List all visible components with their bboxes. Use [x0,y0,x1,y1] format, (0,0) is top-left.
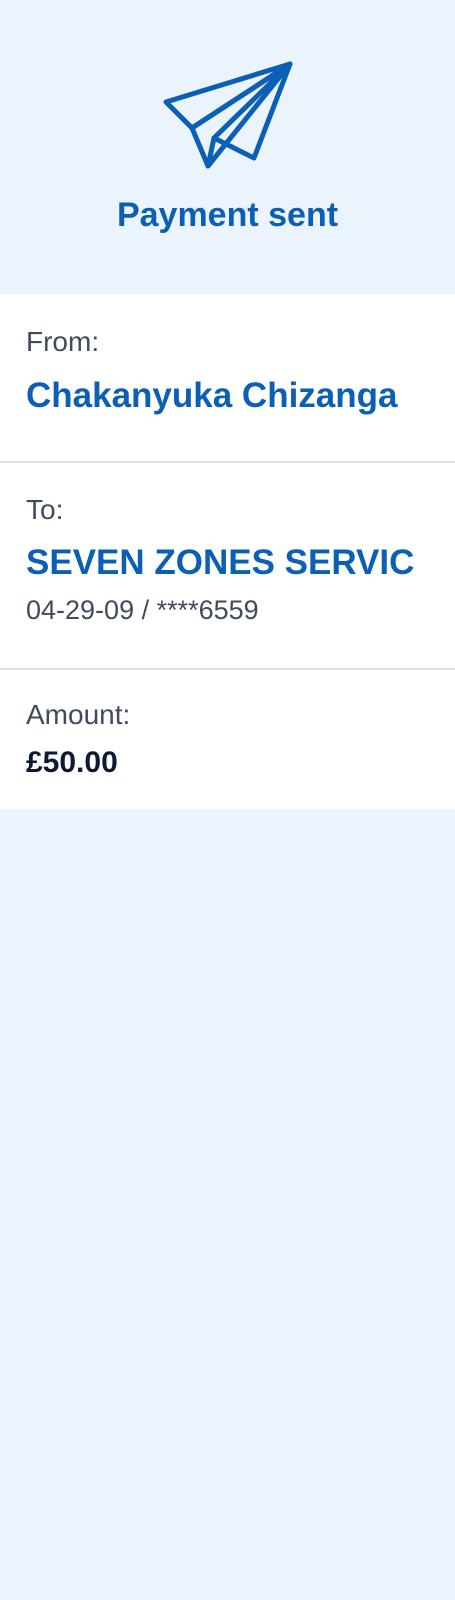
to-label: To: [26,494,64,525]
to-section: To: SEVEN ZONES SERVIC 04-29-09 / ****65… [0,463,455,670]
amount-label: Amount: [26,699,131,730]
amount-section: Amount: £50.00 [0,670,455,809]
from-name: Chakanyuka Chizanga [26,376,398,415]
confirmation-header: Payment sent [0,0,455,294]
page-title: Payment sent [116,196,339,234]
from-section: From: Chakanyuka Chizanga [0,294,455,463]
payee-account: 04-29-09 / ****6559 [26,595,259,625]
amount-value: £50.00 [26,746,118,779]
paper-plane-icon [163,61,293,169]
from-label: From: [26,326,100,357]
payee-name: SEVEN ZONES SERVIC [26,543,415,582]
